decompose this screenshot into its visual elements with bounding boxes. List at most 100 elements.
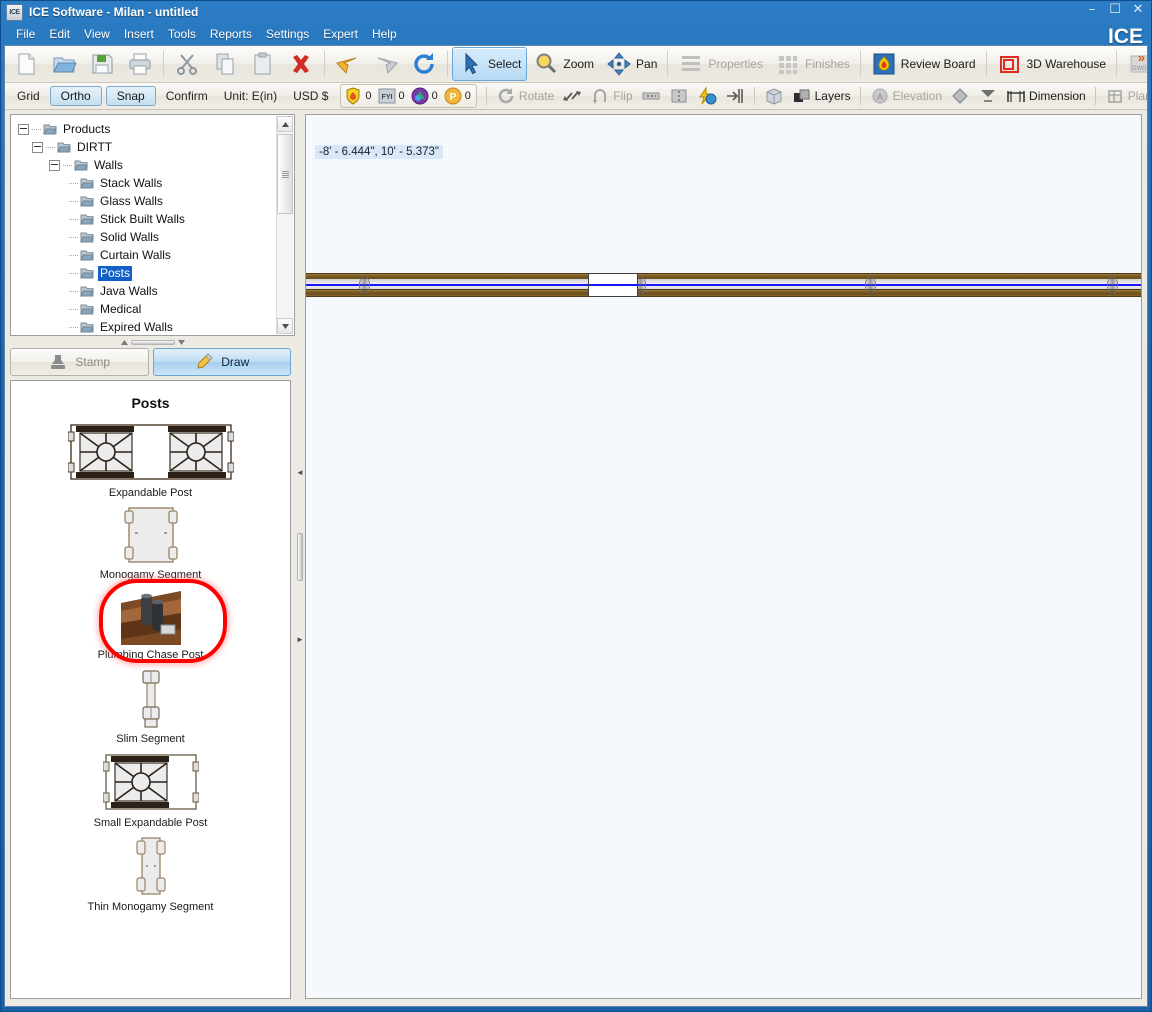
cut-button[interactable] [168, 47, 206, 81]
tree-node-solid-walls[interactable]: Solid Walls [12, 228, 277, 246]
splitter-left-arrow-icon[interactable]: ◄ [296, 468, 304, 477]
align-v-button[interactable] [665, 86, 693, 106]
tree-node-walls[interactable]: Walls [12, 156, 277, 174]
align-h-button[interactable] [637, 86, 665, 106]
product-item-plumbing-chase-post[interactable]: Plumbing Chase Post [11, 579, 290, 667]
tree-node-stick-built-walls[interactable]: Stick Built Walls [12, 210, 277, 228]
product-item-thin-monogamy-segment[interactable]: Thin Monogamy Segment [11, 835, 290, 919]
product-item-label: Expandable Post [108, 487, 193, 499]
p-badge-icon: P [443, 86, 463, 106]
finishes-button[interactable]: Finishes [769, 47, 856, 81]
tree-vertical-scrollbar[interactable] [276, 116, 293, 334]
new-document-button[interactable] [7, 47, 45, 81]
snap-edge-button[interactable] [721, 86, 749, 106]
scroll-up-button[interactable] [277, 116, 293, 132]
expander-icon[interactable] [32, 141, 43, 153]
elevation-button[interactable]: A Elevation [866, 86, 946, 106]
tab-draw[interactable]: Draw [152, 348, 291, 376]
review-board-button[interactable]: Review Board [865, 47, 982, 81]
layers-button[interactable]: Layers [788, 86, 855, 106]
zoom-tool-button[interactable]: Zoom [527, 47, 600, 81]
conflicts-badge[interactable]: 0 [409, 86, 442, 106]
wall-assembly[interactable] [306, 273, 1141, 297]
view-cube-button[interactable] [760, 86, 788, 106]
snap-toggle[interactable]: Snap [105, 86, 156, 106]
product-item-expandable-post[interactable]: Expandable Post [11, 421, 290, 505]
menu-insert[interactable]: Insert [117, 25, 161, 43]
menu-settings[interactable]: Settings [259, 25, 316, 43]
save-document-button[interactable] [83, 47, 121, 81]
plan-detail-button[interactable]: Plan Detail [1101, 86, 1147, 106]
copy-button[interactable] [206, 47, 244, 81]
menu-reports[interactable]: Reports [203, 25, 259, 43]
tree-node-java-walls[interactable]: Java Walls [12, 282, 277, 300]
grid-toggle[interactable]: Grid [9, 89, 48, 103]
panel-horizontal-splitter[interactable] [10, 336, 295, 348]
diamond-button[interactable] [946, 86, 974, 106]
tree-node-posts[interactable]: Posts [12, 264, 277, 282]
product-item-monogamy-segment[interactable]: Monogamy Segment [11, 505, 290, 587]
tree-node-dirtt[interactable]: DIRTT [12, 138, 277, 156]
print-button[interactable] [121, 47, 159, 81]
pan-tool-button[interactable]: Pan [600, 47, 663, 81]
wall-joint[interactable] [359, 276, 370, 294]
wall-centerline [306, 284, 1141, 286]
wall-joint[interactable] [865, 276, 876, 294]
panel-vertical-splitter[interactable]: ◄ ► [295, 110, 305, 1003]
properties-button[interactable]: Properties [672, 47, 769, 81]
wall-joint[interactable] [1107, 276, 1118, 294]
tree-node-label: Walls [94, 157, 123, 172]
toolbar-overflow-button[interactable]: » [1138, 50, 1145, 65]
delete-button[interactable] [282, 47, 320, 81]
expander-icon[interactable] [18, 123, 29, 135]
drawing-canvas[interactable]: -8' - 6.444", 10' - 5.373" [305, 114, 1142, 999]
product-item-slim-segment[interactable]: Slim Segment [11, 669, 290, 751]
tree-line [69, 228, 80, 246]
menu-view[interactable]: View [77, 25, 117, 43]
pending-badge[interactable]: P 0 [442, 86, 475, 106]
product-item-small-expandable-post[interactable]: Small Expandable Post [11, 751, 290, 835]
flip-label: Flip [613, 89, 633, 103]
tree-node-curtain-walls[interactable]: Curtain Walls [12, 246, 277, 264]
paste-button[interactable] [244, 47, 282, 81]
refresh-button[interactable] [405, 47, 443, 81]
selected-wall-segment[interactable] [588, 273, 638, 297]
redo-button[interactable] [367, 47, 405, 81]
menu-expert[interactable]: Expert [316, 25, 365, 43]
dimension-button[interactable]: Dimension [1002, 86, 1090, 106]
ortho-toggle[interactable]: Ortho [49, 86, 102, 106]
currency-selector[interactable]: USD $ [285, 89, 336, 103]
close-button[interactable]: ✕ [1131, 3, 1145, 17]
splitter-right-arrow-icon[interactable]: ► [296, 636, 304, 644]
warnings-badge[interactable]: FYI 0 [376, 86, 409, 106]
mirror-button[interactable] [558, 86, 586, 106]
menu-file[interactable]: File [9, 25, 42, 43]
tree-node-stack-walls[interactable]: Stack Walls [12, 174, 277, 192]
alerts-badge[interactable]: 0 [342, 86, 375, 106]
finishes-label: Finishes [805, 57, 850, 71]
menu-help[interactable]: Help [365, 25, 404, 43]
minimize-button[interactable]: – [1085, 3, 1099, 17]
confirm-button[interactable]: Confirm [158, 89, 216, 103]
section-button[interactable] [974, 86, 1002, 106]
menu-edit[interactable]: Edit [42, 25, 77, 43]
tab-stamp[interactable]: Stamp [10, 348, 149, 376]
open-document-button[interactable] [45, 47, 83, 81]
undo-button[interactable] [329, 47, 367, 81]
select-tool-button[interactable]: Select [452, 47, 528, 81]
scroll-down-button[interactable] [277, 318, 293, 334]
3d-warehouse-button[interactable]: 3D Warehouse [991, 47, 1113, 81]
tree-node-medical[interactable]: Medical [12, 300, 277, 318]
fyi-badge-icon: FYI [377, 86, 397, 106]
maximize-button[interactable]: ☐ [1108, 3, 1122, 17]
unit-selector[interactable]: Unit: E(in) [216, 89, 285, 103]
tree-node-products[interactable]: Products [12, 120, 277, 138]
expander-icon[interactable] [49, 159, 60, 171]
flip-button[interactable]: Flip [586, 86, 636, 106]
menu-tools[interactable]: Tools [161, 25, 203, 43]
scroll-thumb[interactable] [277, 134, 293, 214]
tree-node-glass-walls[interactable]: Glass Walls [12, 192, 277, 210]
power-button[interactable] [693, 86, 721, 106]
rotate-button[interactable]: Rotate [492, 86, 558, 106]
tree-node-expired-walls[interactable]: Expired Walls [12, 318, 277, 334]
